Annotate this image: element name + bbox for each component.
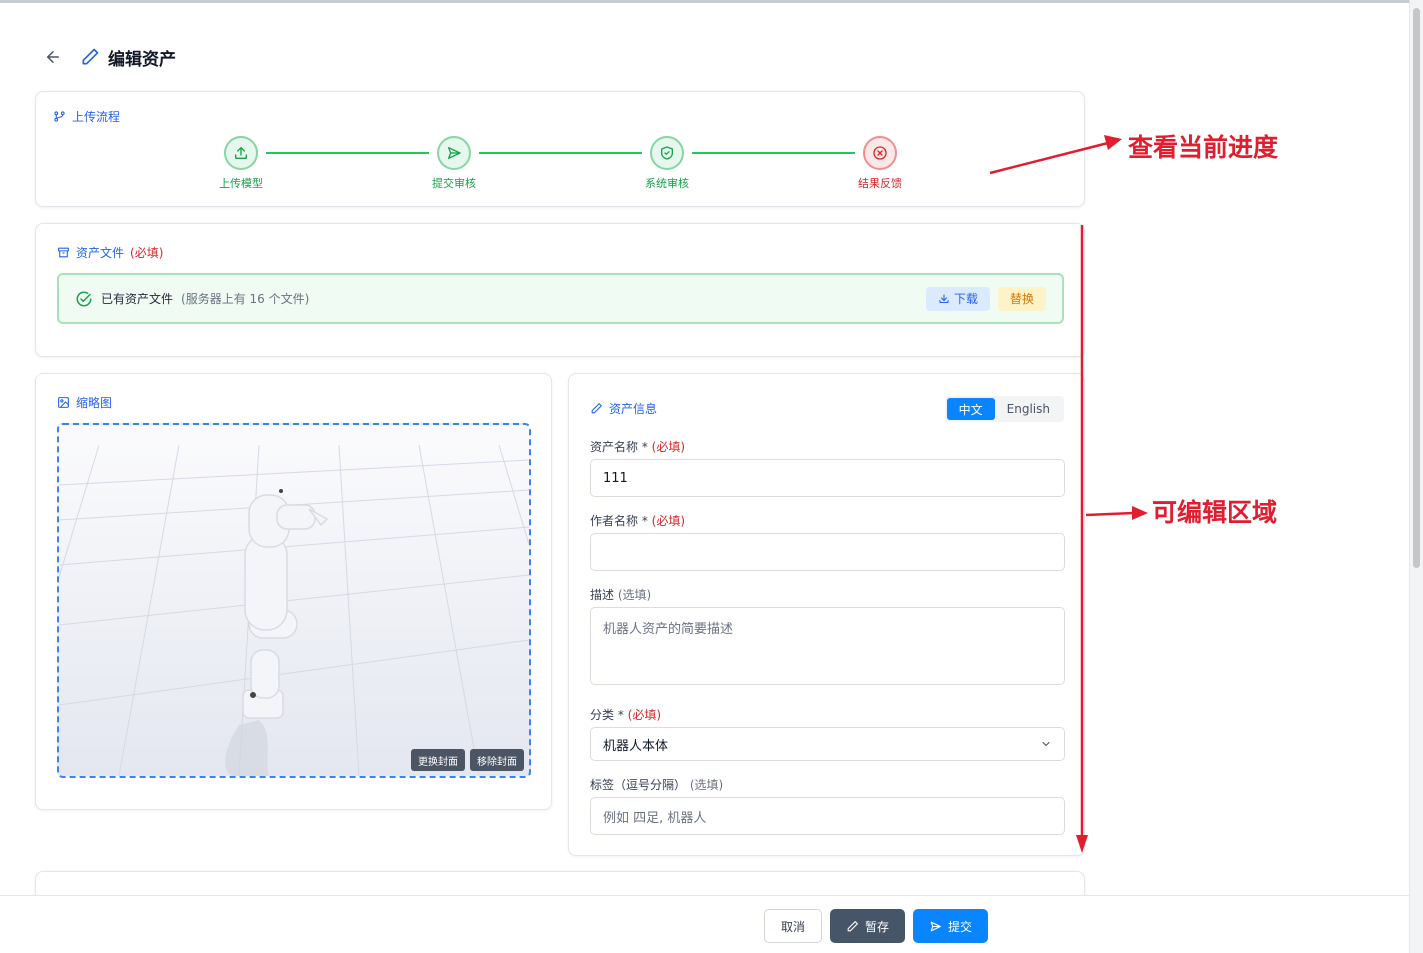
progress-annotation: 查看当前进度 [1128,133,1279,162]
app-window: 编辑资产 上传流程 上传模型 提交审核 系统审核 结果反馈 资产文件 (必填) … [0,0,1423,953]
scrollbar-thumb[interactable] [1413,8,1420,568]
editable-area-annotation: 可编辑区域 [1152,498,1278,527]
vertical-scrollbar[interactable] [1409,0,1423,953]
